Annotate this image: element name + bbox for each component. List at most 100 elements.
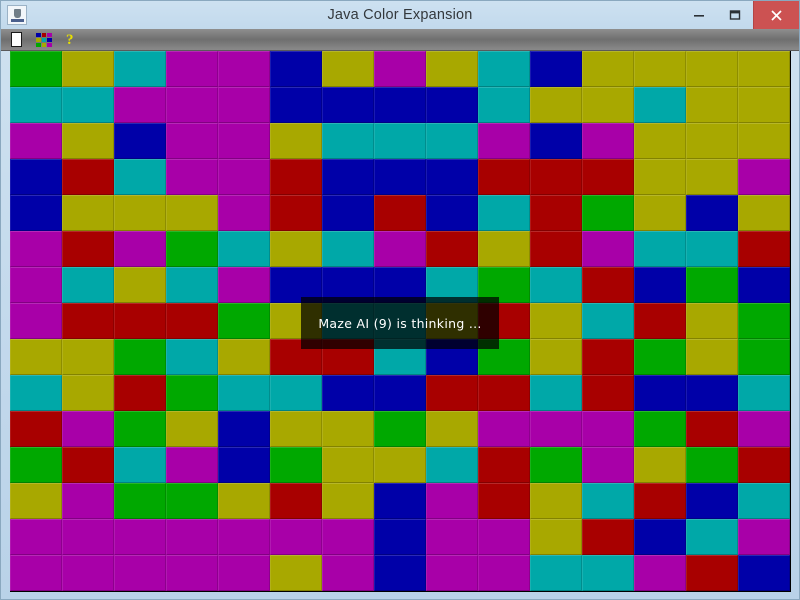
grid-cell[interactable] xyxy=(738,483,790,519)
grid-cell[interactable] xyxy=(686,339,738,375)
grid-cell[interactable] xyxy=(582,375,634,411)
grid-cell[interactable] xyxy=(166,483,218,519)
grid-cell[interactable] xyxy=(686,483,738,519)
close-button[interactable] xyxy=(753,1,799,29)
grid-cell[interactable] xyxy=(166,375,218,411)
grid-cell[interactable] xyxy=(218,51,270,87)
grid-cell[interactable] xyxy=(426,195,478,231)
grid-cell[interactable] xyxy=(10,375,62,411)
grid-cell[interactable] xyxy=(114,123,166,159)
grid-cell[interactable] xyxy=(426,231,478,267)
grid-cell[interactable] xyxy=(686,195,738,231)
grid-cell[interactable] xyxy=(582,303,634,339)
grid-cell[interactable] xyxy=(478,231,530,267)
grid-cell[interactable] xyxy=(582,447,634,483)
grid-cell[interactable] xyxy=(114,447,166,483)
grid-cell[interactable] xyxy=(166,195,218,231)
grid-cell[interactable] xyxy=(634,303,686,339)
grid-cell[interactable] xyxy=(166,123,218,159)
grid-cell[interactable] xyxy=(322,447,374,483)
grid-cell[interactable] xyxy=(686,375,738,411)
grid-cell[interactable] xyxy=(478,519,530,555)
grid-cell[interactable] xyxy=(114,231,166,267)
grid-cell[interactable] xyxy=(322,159,374,195)
grid-cell[interactable] xyxy=(686,555,738,591)
grid-cell[interactable] xyxy=(478,51,530,87)
grid-cell[interactable] xyxy=(686,519,738,555)
grid-cell[interactable] xyxy=(62,483,114,519)
grid-cell[interactable] xyxy=(62,447,114,483)
grid-cell[interactable] xyxy=(270,87,322,123)
grid-cell[interactable] xyxy=(322,51,374,87)
grid-cell[interactable] xyxy=(114,519,166,555)
grid-cell[interactable] xyxy=(114,303,166,339)
grid-cell[interactable] xyxy=(218,195,270,231)
grid-cell[interactable] xyxy=(686,159,738,195)
grid-cell[interactable] xyxy=(218,267,270,303)
grid-cell[interactable] xyxy=(426,159,478,195)
grid-cell[interactable] xyxy=(218,159,270,195)
grid-cell[interactable] xyxy=(634,159,686,195)
grid-cell[interactable] xyxy=(166,555,218,591)
grid-cell[interactable] xyxy=(114,411,166,447)
grid-cell[interactable] xyxy=(218,231,270,267)
grid-cell[interactable] xyxy=(582,483,634,519)
grid-cell[interactable] xyxy=(10,123,62,159)
grid-cell[interactable] xyxy=(426,519,478,555)
grid-cell[interactable] xyxy=(218,375,270,411)
grid-cell[interactable] xyxy=(634,231,686,267)
grid-cell[interactable] xyxy=(374,231,426,267)
grid-cell[interactable] xyxy=(530,51,582,87)
grid-cell[interactable] xyxy=(634,411,686,447)
grid-cell[interactable] xyxy=(530,483,582,519)
grid-cell[interactable] xyxy=(530,519,582,555)
grid-cell[interactable] xyxy=(270,195,322,231)
grid-cell[interactable] xyxy=(270,51,322,87)
grid-cell[interactable] xyxy=(478,375,530,411)
grid-cell[interactable] xyxy=(322,519,374,555)
grid-cell[interactable] xyxy=(10,555,62,591)
grid-cell[interactable] xyxy=(634,447,686,483)
grid-cell[interactable] xyxy=(530,159,582,195)
grid-cell[interactable] xyxy=(634,375,686,411)
grid-cell[interactable] xyxy=(62,267,114,303)
grid-cell[interactable] xyxy=(738,51,790,87)
grid-cell[interactable] xyxy=(166,51,218,87)
grid-cell[interactable] xyxy=(530,231,582,267)
grid-cell[interactable] xyxy=(374,123,426,159)
grid-cell[interactable] xyxy=(582,51,634,87)
grid-cell[interactable] xyxy=(166,159,218,195)
grid-cell[interactable] xyxy=(322,87,374,123)
grid-cell[interactable] xyxy=(10,411,62,447)
grid-cell[interactable] xyxy=(738,123,790,159)
grid-cell[interactable] xyxy=(426,87,478,123)
grid-cell[interactable] xyxy=(530,267,582,303)
grid-cell[interactable] xyxy=(270,123,322,159)
grid-cell[interactable] xyxy=(634,195,686,231)
grid-cell[interactable] xyxy=(426,447,478,483)
grid-cell[interactable] xyxy=(634,519,686,555)
grid-cell[interactable] xyxy=(322,195,374,231)
grid-cell[interactable] xyxy=(10,267,62,303)
grid-cell[interactable] xyxy=(634,483,686,519)
grid-cell[interactable] xyxy=(62,555,114,591)
grid-cell[interactable] xyxy=(62,411,114,447)
grid-cell[interactable] xyxy=(322,483,374,519)
grid-cell[interactable] xyxy=(270,519,322,555)
grid-cell[interactable] xyxy=(218,339,270,375)
grid-cell[interactable] xyxy=(166,87,218,123)
grid-cell[interactable] xyxy=(166,303,218,339)
grid-cell[interactable] xyxy=(530,123,582,159)
grid-cell[interactable] xyxy=(374,411,426,447)
grid-cell[interactable] xyxy=(582,195,634,231)
grid-cell[interactable] xyxy=(582,519,634,555)
grid-cell[interactable] xyxy=(634,267,686,303)
grid-cell[interactable] xyxy=(582,231,634,267)
color-palette-icon[interactable] xyxy=(36,32,52,47)
grid-cell[interactable] xyxy=(10,339,62,375)
grid-cell[interactable] xyxy=(10,195,62,231)
grid-cell[interactable] xyxy=(374,195,426,231)
grid-cell[interactable] xyxy=(530,195,582,231)
grid-cell[interactable] xyxy=(738,519,790,555)
grid-cell[interactable] xyxy=(270,159,322,195)
